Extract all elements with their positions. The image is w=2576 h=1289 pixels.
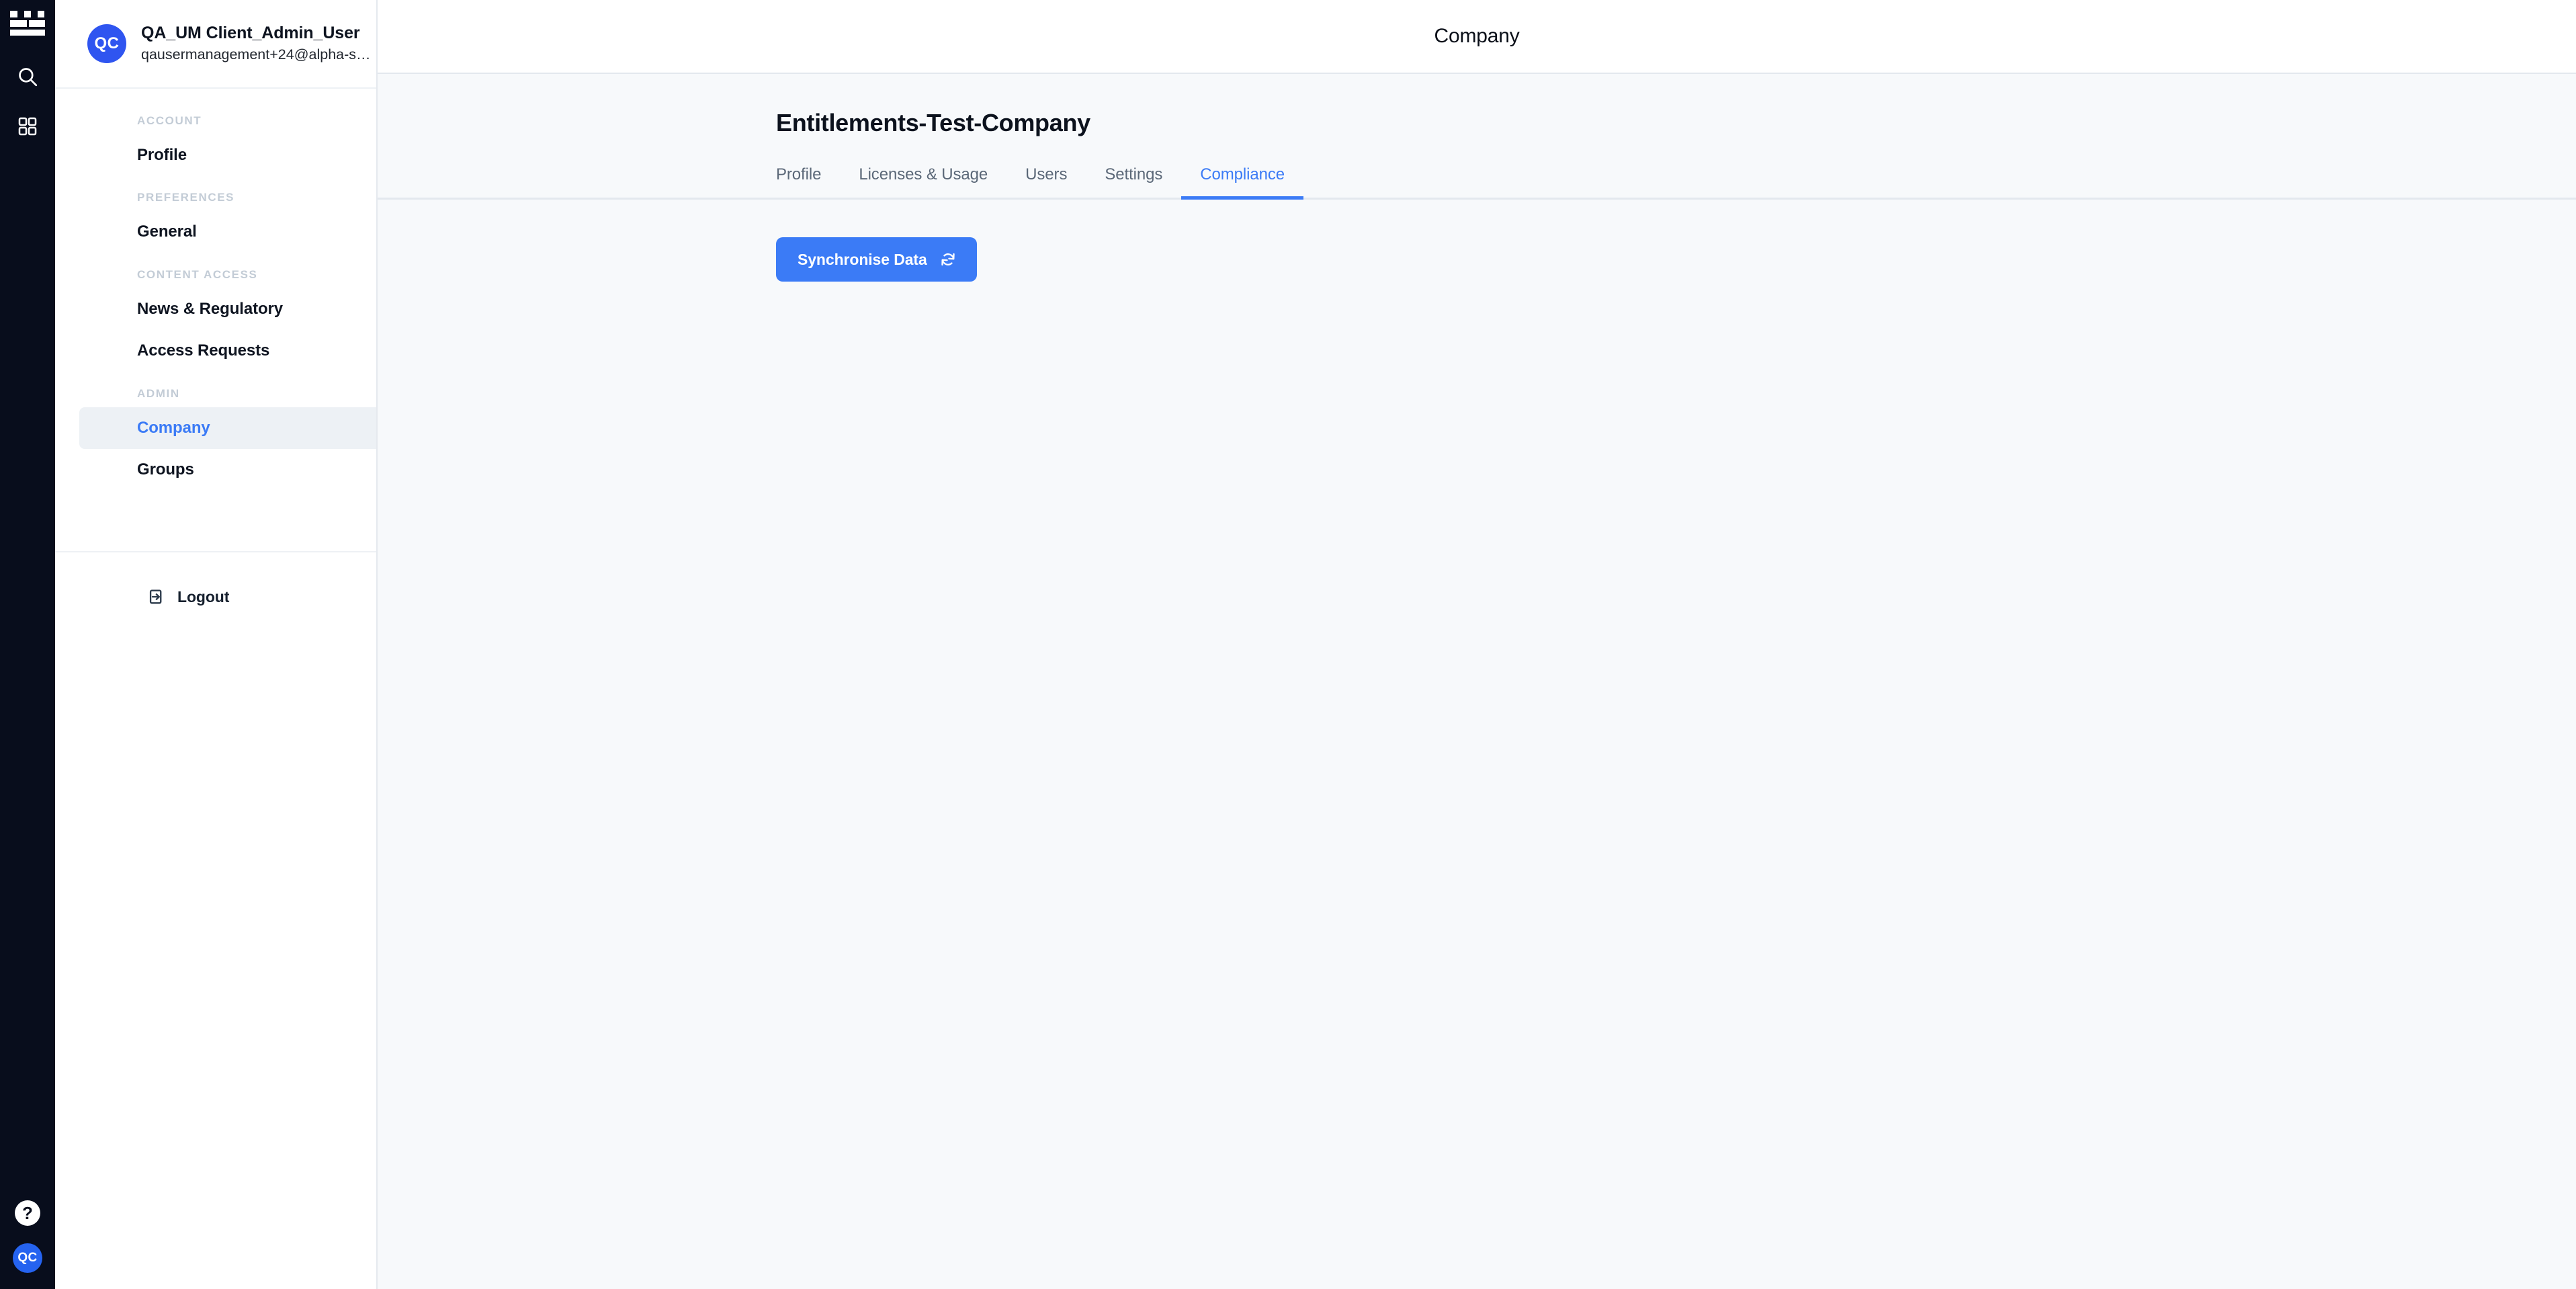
nav-section-label-account: ACCOUNT [137, 114, 202, 127]
sidebar-item-news-regulatory[interactable]: News & Regulatory [55, 288, 376, 330]
compliance-panel-body [378, 282, 2576, 1289]
sidebar-item-access-requests[interactable]: Access Requests [55, 330, 376, 372]
main-region: Company Entitlements-Test-Company Profil… [378, 0, 2576, 1289]
refresh-sync-icon [939, 251, 957, 268]
topbar: Company [378, 0, 2576, 74]
icon-rail: ? QC [0, 0, 55, 1289]
nav-section-label-content-access: CONTENT ACCESS [137, 267, 258, 281]
nav-section-label-preferences: PREFERENCES [137, 191, 235, 204]
synchronise-data-button[interactable]: Synchronise Data [776, 237, 977, 282]
synchronise-data-label: Synchronise Data [798, 250, 927, 268]
user-name: QA_UM Client_Admin_User [141, 23, 360, 42]
tab-licenses-usage[interactable]: Licenses & Usage [840, 165, 1006, 200]
alphasense-logo[interactable] [10, 11, 45, 36]
tab-users[interactable]: Users [1006, 165, 1086, 200]
nav-section-label-admin: ADMIN [137, 386, 180, 400]
rail-user-avatar[interactable]: QC [13, 1243, 42, 1273]
logo-top-squares [10, 11, 45, 17]
logout-exit-icon [148, 587, 167, 606]
help-icon[interactable]: ? [15, 1200, 40, 1226]
settings-sidebar: QC QA_UM Client_Admin_User qausermanagem… [55, 0, 378, 1289]
app-root: ? QC QC QA_UM Client_Admin_User qauserma… [0, 0, 2576, 1289]
sidebar-item-groups[interactable]: Groups [55, 449, 376, 491]
tab-settings[interactable]: Settings [1086, 165, 1181, 200]
user-card[interactable]: QC QA_UM Client_Admin_User qausermanagem… [55, 0, 376, 89]
tab-bar: Profile Licenses & Usage Users Settings … [378, 165, 2576, 200]
logo-middle-bars [10, 20, 45, 27]
logo-bottom-bar [10, 30, 45, 36]
sidebar-tail [55, 606, 376, 1289]
action-area: Synchronise Data [378, 200, 2576, 282]
page-header-title: Company [1434, 25, 1520, 47]
nav-section-content-access: CONTENT ACCESS News & Regulatory Access … [55, 253, 376, 372]
logout-button[interactable]: Logout [55, 552, 376, 606]
nav-section-account: ACCOUNT Profile [55, 105, 376, 176]
sidebar-nav: ACCOUNT Profile PREFERENCES General CONT… [55, 89, 376, 491]
logout-label: Logout [177, 587, 230, 606]
nav-section-preferences: PREFERENCES General [55, 176, 376, 253]
nav-section-admin: ADMIN Company Groups [55, 372, 376, 491]
user-email: qausermanagement+24@alpha-sense.... [141, 46, 376, 63]
apps-grid-icon[interactable] [10, 109, 45, 144]
sidebar-item-general[interactable]: General [55, 211, 376, 253]
avatar: QC [87, 24, 126, 63]
rail-bottom-group: ? QC [0, 1200, 55, 1273]
tab-compliance[interactable]: Compliance [1181, 165, 1304, 200]
user-meta: QA_UM Client_Admin_User qausermanagement… [141, 23, 376, 65]
sidebar-item-company[interactable]: Company [79, 407, 376, 449]
tab-profile[interactable]: Profile [776, 165, 840, 200]
search-icon[interactable] [10, 59, 45, 94]
content-area: Entitlements-Test-Company Profile Licens… [378, 74, 2576, 1289]
sidebar-item-profile[interactable]: Profile [55, 134, 376, 176]
page-title: Entitlements-Test-Company [776, 109, 1090, 136]
